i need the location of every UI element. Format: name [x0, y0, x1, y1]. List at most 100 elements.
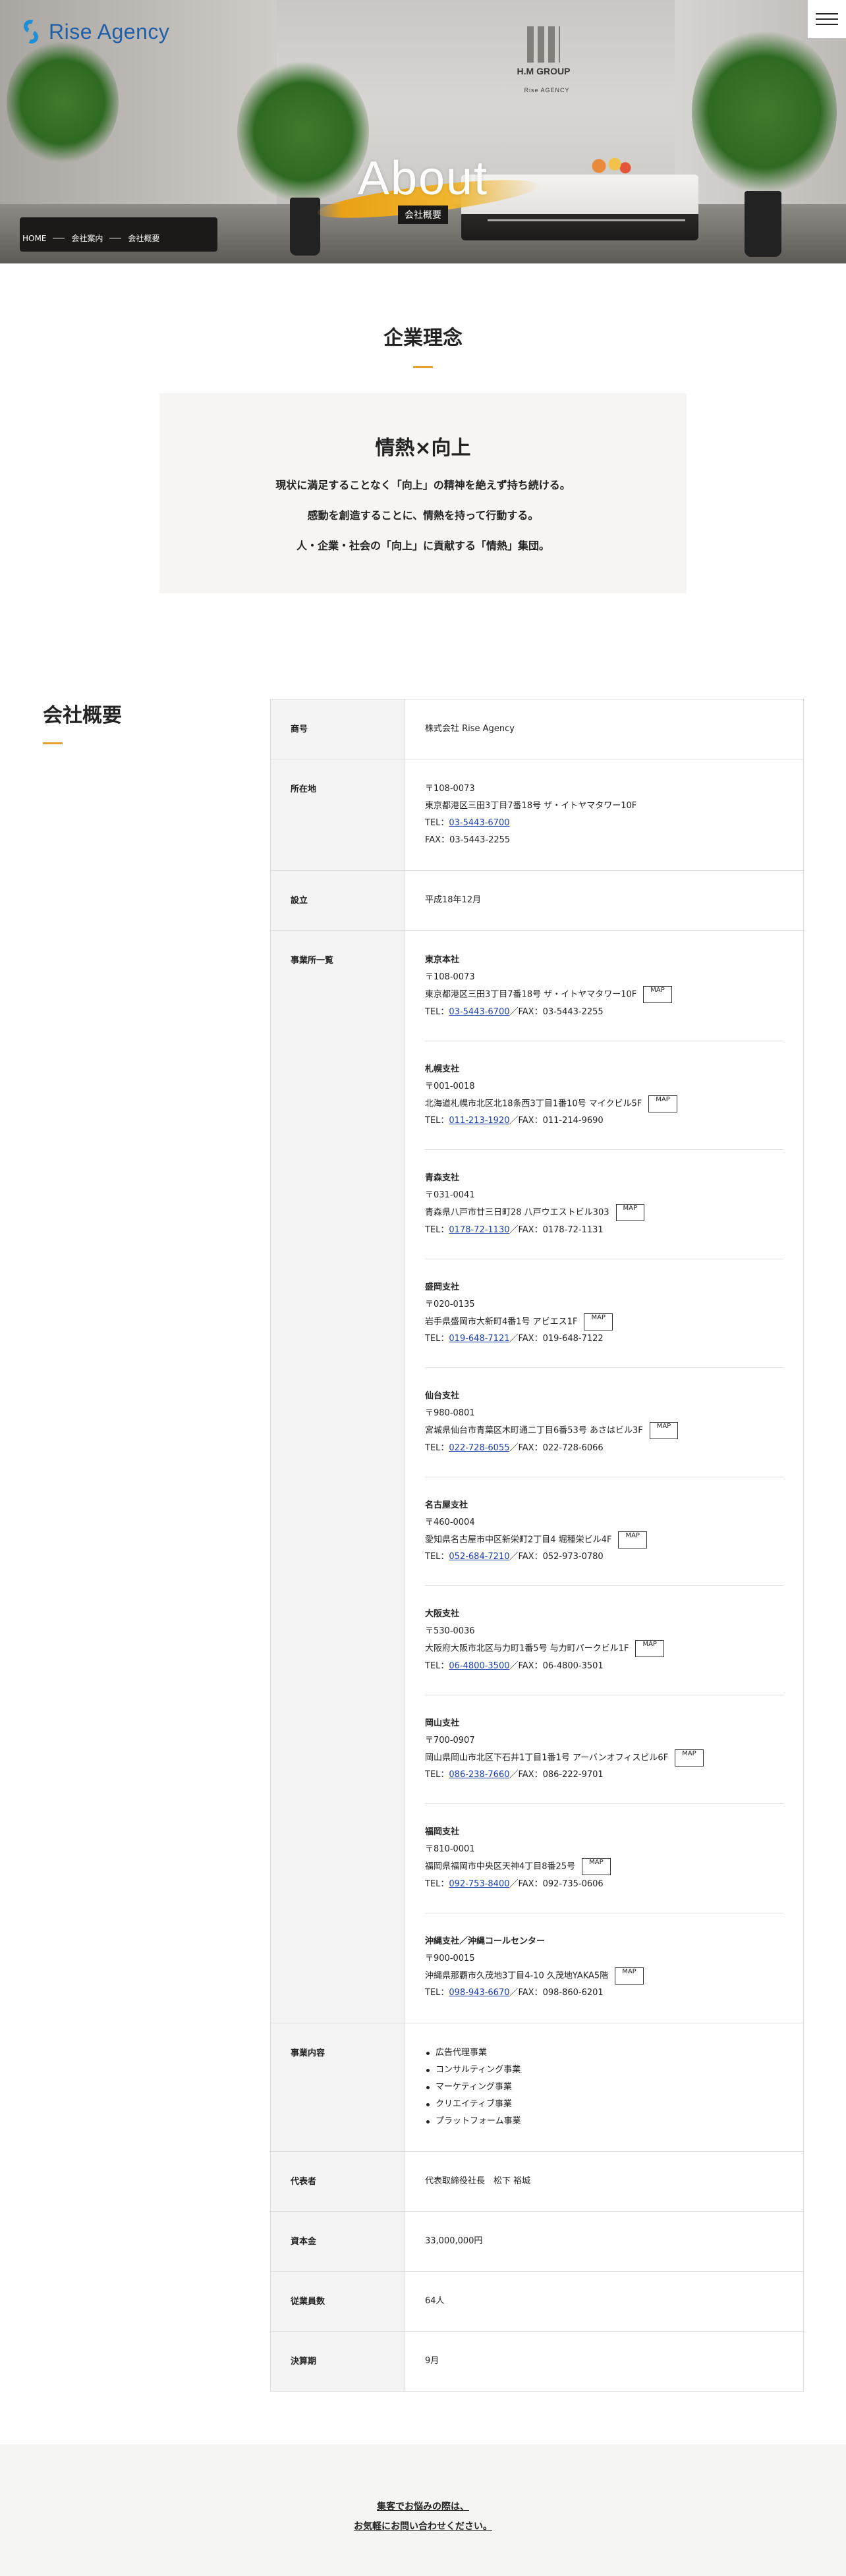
fax-text: ／FAX：011-214-9690	[509, 1116, 604, 1126]
map-button[interactable]: MAP	[643, 986, 672, 1003]
postal-code: 〒460-0004	[425, 1517, 475, 1527]
hero-title-block: About 会社概要	[0, 151, 846, 226]
row-label: 従業員数	[270, 2271, 405, 2332]
office-address: 沖縄県那覇市久茂地3丁目4-10 久茂地YAKA5階	[425, 1971, 609, 1981]
tel-link[interactable]: 086-238-7660	[449, 1770, 509, 1780]
sign-text: H.M GROUP	[517, 66, 571, 76]
heading-accent-line	[43, 742, 63, 744]
row-label: 事業所一覧	[270, 930, 405, 2023]
row-value: 64人	[405, 2271, 804, 2332]
plant-decoration	[7, 40, 119, 165]
row-value: 33,000,000円	[405, 2211, 804, 2272]
tel-prefix: TEL：	[425, 1116, 449, 1126]
business-list: 広告代理事業 コンサルティング事業 マーケティング事業 クリエイティブ事業 プラ…	[425, 2044, 783, 2130]
office-address: 岩手県盛岡市大新町4番1号 アビエス1F	[425, 1317, 578, 1327]
site-logo[interactable]: Rise Agency	[18, 18, 169, 45]
contact-link-line1[interactable]: 集客でお悩みの際は、	[0, 2497, 846, 2517]
hamburger-menu-button[interactable]	[808, 0, 846, 38]
row-label: 決算期	[270, 2331, 405, 2392]
map-button[interactable]: MAP	[615, 1204, 644, 1221]
breadcrumb-home[interactable]: HOME	[22, 234, 46, 243]
tel-link[interactable]: 022-728-6055	[449, 1443, 509, 1453]
row-label: 資本金	[270, 2211, 405, 2272]
tel-link[interactable]: 098-943-6670	[449, 1988, 509, 1998]
map-button[interactable]: MAP	[582, 1858, 611, 1875]
tel-link[interactable]: 092-753-8400	[449, 1879, 509, 1889]
map-button[interactable]: MAP	[618, 1531, 647, 1548]
row-value: 平成18年12月	[405, 870, 804, 931]
tel-link[interactable]: 03-5443-6700	[449, 818, 509, 828]
list-item: クリエイティブ事業	[425, 2096, 783, 2113]
tel-link[interactable]: 019-648-7121	[449, 1334, 509, 1344]
map-button[interactable]: MAP	[584, 1313, 613, 1330]
tel-link[interactable]: 0178-72-1130	[449, 1225, 509, 1235]
postal-code: 〒700-0907	[425, 1735, 475, 1745]
postal-code: 〒108-0073	[425, 972, 475, 982]
row-label: 商号	[270, 699, 405, 759]
office-name: 沖縄支社／沖縄コールセンター	[425, 1936, 546, 1946]
map-button[interactable]: MAP	[635, 1640, 664, 1657]
map-button[interactable]: MAP	[675, 1749, 704, 1767]
table-row: 資本金 33,000,000円	[270, 2211, 804, 2272]
breadcrumb: HOME 会社案内 会社概要	[22, 233, 159, 244]
fax-text: ／FAX：086-222-9701	[509, 1770, 604, 1780]
map-button[interactable]: MAP	[648, 1095, 677, 1112]
office-entry: 青森支社〒031-0041 青森県八戸市廿三日町28 八戸ウエストビル303 MAP…	[425, 1170, 783, 1259]
tel-prefix: TEL：	[425, 1006, 449, 1017]
map-button[interactable]: MAP	[649, 1422, 679, 1439]
office-entry: 盛岡支社 〒020-0135 岩手県盛岡市大新町4番1号 アビエス1F MAP TEL：…	[425, 1279, 783, 1368]
office-address: 岡山県岡山市北区下石井1丁目1番1号 アーバンオフィスビル6F	[425, 1753, 669, 1763]
map-button[interactable]: MAP	[615, 1967, 644, 1985]
sign-subtext: Rise AGENCY	[524, 87, 570, 94]
postal-code: 〒108-0073	[425, 784, 475, 794]
hero-title: About	[357, 152, 489, 205]
office-address: 大阪府大阪市北区与力町1番5号 与力町パークビル1F	[425, 1643, 629, 1654]
hamburger-icon	[816, 13, 838, 14]
office-address: 北海道札幌市北区北18条西3丁目1番10号 マイクビル5F	[425, 1099, 642, 1109]
tel-link[interactable]: 06-4800-3500	[449, 1661, 509, 1671]
list-item: マーケティング事業	[425, 2079, 783, 2096]
fax-text: ／FAX：092-735-0606	[509, 1878, 604, 1889]
tel-prefix: TEL：	[425, 1442, 449, 1453]
office-address: 宮城県仙台市青葉区木町通二丁目6番53号 あさはビル3F	[425, 1425, 643, 1436]
office-entry: 福岡支社 〒810-0001 福岡県福岡市中央区天神4丁目8番25号 MAP TEL：0…	[425, 1824, 783, 1913]
contact-link-line2[interactable]: お気軽にお問い合わせください。	[0, 2517, 846, 2536]
philosophy-motto: 情熱×向上	[375, 437, 471, 460]
office-name: 大阪支社	[425, 1609, 460, 1619]
heading-accent-line	[413, 366, 433, 368]
hero-subtitle: 会社概要	[398, 206, 448, 224]
postal-code: 〒530-0036	[425, 1626, 475, 1636]
postal-code: 〒031-0041	[425, 1190, 475, 1200]
row-label: 所在地	[270, 759, 405, 871]
office-address: 青森県八戸市廿三日町28 八戸ウエストビル303	[425, 1207, 609, 1218]
philosophy-section: 企業理念 情熱×向上 現状に満足することなく「向上」の精神を絶えず持ち続ける。 …	[0, 263, 846, 593]
row-value: 代表取締役社長 松下 裕城	[405, 2151, 804, 2212]
office-entry: 名古屋支社 〒460-0004 愛知県名古屋市中区新栄町2丁目4 堀種栄ビル4F MA…	[425, 1497, 783, 1586]
tel-link[interactable]: 011-213-1920	[449, 1116, 509, 1126]
philosophy-line: 人・企業・社会の「向上」に貢献する「情熱」集団。	[296, 539, 550, 552]
table-row: 決算期 9月	[270, 2331, 804, 2392]
table-row: 代表者 代表取締役社長 松下 裕城	[270, 2151, 804, 2212]
office-name: 福岡支社	[425, 1827, 460, 1837]
sign-bars	[527, 26, 560, 63]
offices-list: 東京本社 〒108-0073 東京都港区三田3丁目7番18号 ザ・イトヤマタワー10…	[405, 930, 804, 2023]
postal-code: 〒020-0135	[425, 1299, 475, 1309]
fax-text: ／FAX：098-860-6201	[509, 1988, 604, 1998]
logo-text: Rise Agency	[49, 19, 170, 43]
office-name: 青森支社	[425, 1173, 460, 1183]
office-name: 札幌支社	[425, 1064, 460, 1074]
philosophy-line: 現状に満足することなく「向上」の精神を絶えず持ち続ける。	[275, 479, 571, 491]
tel-prefix: TEL：	[425, 1334, 449, 1344]
hero-company-sign: H.M GROUP Rise AGENCY	[507, 26, 580, 105]
office-address: 東京都港区三田3丁目7番18号 ザ・イトヤマタワー10F	[425, 989, 637, 1000]
office-entry: 岡山支社 〒700-0907 岡山県岡山市北区下石井1丁目1番1号 アーバンオフィス…	[425, 1715, 783, 1804]
philosophy-line: 感動を創造することに、情熱を持って行動する。	[307, 509, 539, 522]
table-row: 従業員数 64人	[270, 2271, 804, 2332]
breadcrumb-company-guide[interactable]: 会社案内	[71, 233, 103, 244]
tel-link[interactable]: 03-5443-6700	[449, 1007, 509, 1017]
office-entry: 沖縄支社／沖縄コールセンター 〒900-0015 沖縄県那覇市久茂地3丁目4-10 …	[425, 1933, 783, 2002]
address-value: 〒108-0073 東京都港区三田3丁目7番18号 ザ・イトヤマタワー10F T…	[405, 759, 804, 871]
tel-link[interactable]: 052-684-7210	[449, 1552, 509, 1562]
company-heading: 会社概要	[43, 704, 122, 727]
address-text: 東京都港区三田3丁目7番18号 ザ・イトヤマタワー10F	[425, 801, 637, 811]
